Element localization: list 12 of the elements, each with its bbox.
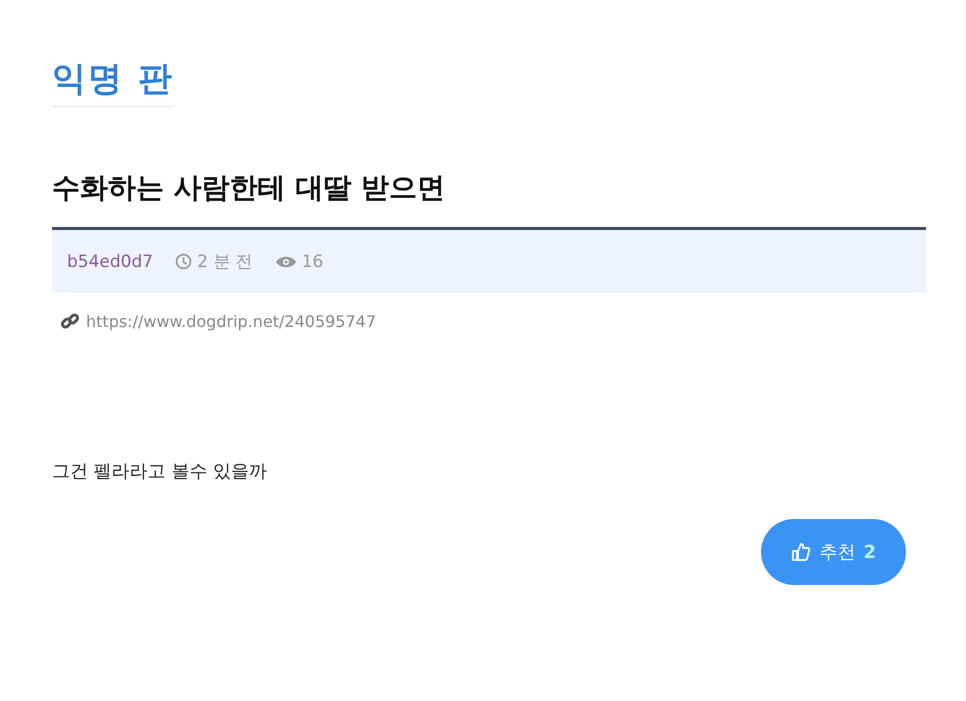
post-body: 그건 펠라라고 볼수 있을까 — [52, 460, 268, 483]
thumbs-up-icon — [791, 542, 812, 562]
clock-icon — [175, 253, 192, 270]
link-icon — [60, 311, 80, 331]
view-count: 16 — [302, 252, 324, 272]
eye-icon — [274, 254, 297, 268]
post-title: 수화하는 사람한테 대딸 받으면 — [52, 170, 446, 206]
recommend-button[interactable]: 추천 2 — [761, 519, 906, 585]
post-time: 2 분 전 — [197, 251, 253, 273]
board-title[interactable]: 익명 판 — [52, 56, 174, 107]
post-link[interactable]: https://www.dogdrip.net/240595747 — [86, 312, 376, 330]
author-name[interactable]: b54ed0d7 — [67, 252, 154, 272]
